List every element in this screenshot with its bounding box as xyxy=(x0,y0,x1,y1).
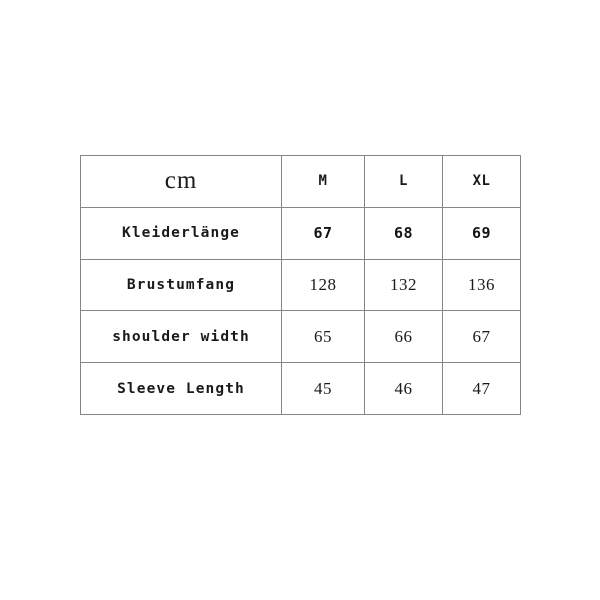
value-dress-length-m: 67 xyxy=(281,206,365,260)
unit-label-cell: cm xyxy=(80,155,282,208)
value-shoulder-width-m: 65 xyxy=(281,310,365,364)
size-header-xl: XL xyxy=(442,155,521,208)
value-dress-length-l: 68 xyxy=(364,206,443,260)
value-dress-length-xl: 69 xyxy=(442,206,521,260)
size-chart-container: cm M L XL Kleiderlänge 67 68 69 Brustumf… xyxy=(80,155,521,415)
value-sleeve-length-xl: 47 xyxy=(442,362,521,415)
measurement-label-dress-length: Kleiderlänge xyxy=(80,206,282,260)
table-row: Brustumfang 128 132 136 xyxy=(80,258,521,312)
size-chart-page: cm M L XL Kleiderlänge 67 68 69 Brustumf… xyxy=(0,0,600,600)
measurement-label-sleeve-length: Sleeve Length xyxy=(80,362,282,415)
table-row: shoulder width 65 66 67 xyxy=(80,310,521,364)
value-chest-m: 128 xyxy=(281,258,365,312)
table-row: Sleeve Length 45 46 47 xyxy=(80,362,521,415)
value-chest-xl: 136 xyxy=(442,258,521,312)
size-header-l: L xyxy=(364,155,443,208)
value-shoulder-width-l: 66 xyxy=(364,310,443,364)
value-sleeve-length-l: 46 xyxy=(364,362,443,415)
table-header-row: cm M L XL xyxy=(80,155,521,208)
measurement-label-shoulder-width: shoulder width xyxy=(80,310,282,364)
value-chest-l: 132 xyxy=(364,258,443,312)
value-shoulder-width-xl: 67 xyxy=(442,310,521,364)
size-header-m: M xyxy=(281,155,365,208)
table-row: Kleiderlänge 67 68 69 xyxy=(80,206,521,260)
measurement-label-chest: Brustumfang xyxy=(80,258,282,312)
value-sleeve-length-m: 45 xyxy=(281,362,365,415)
size-chart-table: cm M L XL Kleiderlänge 67 68 69 Brustumf… xyxy=(80,155,521,415)
